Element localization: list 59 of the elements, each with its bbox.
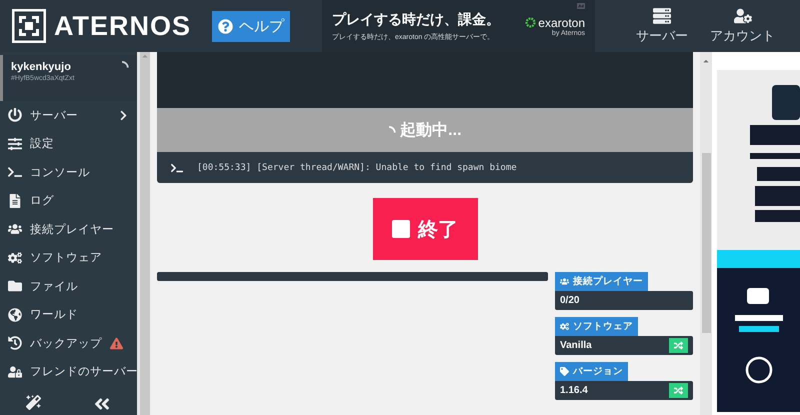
warning-icon [110, 336, 123, 350]
info-value: Vanilla [560, 340, 592, 351]
scrollbar[interactable] [137, 52, 150, 415]
terminal-icon [171, 162, 183, 174]
user-gear-icon [734, 7, 752, 25]
gears-icon [8, 250, 22, 265]
nav-link[interactable]: アカウント [710, 7, 775, 45]
document-icon [8, 194, 22, 208]
question-icon [218, 18, 233, 34]
sidebar-item[interactable]: ワールド [0, 300, 137, 329]
history-icon [8, 336, 22, 350]
caret-icon[interactable] [141, 52, 149, 60]
ad-headline: プレイする時だけ、課金。 [332, 10, 501, 28]
server-name: kykenkyujo [11, 61, 72, 73]
console-text: [00:55:33] [Server thread/WARN]: Unable to find spawn biome [197, 162, 517, 172]
shuffle-icon [674, 386, 683, 395]
shuffle-icon [674, 341, 683, 350]
sidebar-item[interactable]: ファイル [0, 272, 137, 300]
status-text: 起動中... [400, 120, 462, 140]
sidebar-item[interactable]: ログ [0, 186, 137, 215]
sliders-icon [8, 136, 22, 151]
logo-icon [12, 9, 46, 43]
wand-icon[interactable] [26, 395, 41, 410]
globe-icon [8, 308, 22, 322]
shuffle-button[interactable] [669, 383, 688, 398]
users-icon [560, 277, 569, 286]
scrollbar[interactable] [700, 52, 712, 415]
gears-icon [560, 322, 569, 331]
terminal-icon [8, 165, 22, 180]
sidebar-item[interactable]: 設定 [0, 130, 137, 158]
spinner-icon [388, 126, 396, 134]
sidebar-item[interactable]: フレンドのサーバー [0, 358, 137, 386]
spinner-icon [121, 61, 129, 69]
user-lock-icon [8, 364, 22, 379]
ad-icon [577, 2, 585, 10]
sidebar-item[interactable]: 接続プレイヤー [0, 215, 137, 244]
sidebar-item[interactable]: バックアップ [0, 329, 137, 358]
sidebar-item[interactable]: ソフトウェア [0, 244, 137, 272]
info-label: 接続プレイヤー [555, 272, 648, 291]
ring-icon [525, 17, 536, 28]
sidebar-item[interactable]: サーバー [0, 101, 137, 130]
logo-text: ATERNOS [54, 10, 192, 42]
tag-icon [560, 367, 569, 376]
stop-button[interactable]: 終了 [372, 198, 478, 260]
sidebar-item[interactable]: コンソール [0, 158, 137, 186]
power-icon [8, 108, 22, 122]
server-icon [653, 7, 671, 25]
help-button[interactable]: ヘルプ [212, 10, 290, 42]
info-label: ソフトウェア [555, 317, 638, 336]
shuffle-button[interactable] [669, 338, 688, 353]
chevron-icon [118, 110, 129, 121]
info-value: 0/20 [560, 295, 580, 306]
users-icon [8, 222, 22, 236]
info-label: バージョン [555, 362, 628, 381]
folder-icon [8, 279, 22, 294]
info-value: 1.16.4 [560, 385, 588, 396]
caret-icon[interactable] [702, 57, 710, 65]
nav-link[interactable]: サーバー [636, 7, 688, 45]
brand-name: exaroton [538, 16, 585, 30]
